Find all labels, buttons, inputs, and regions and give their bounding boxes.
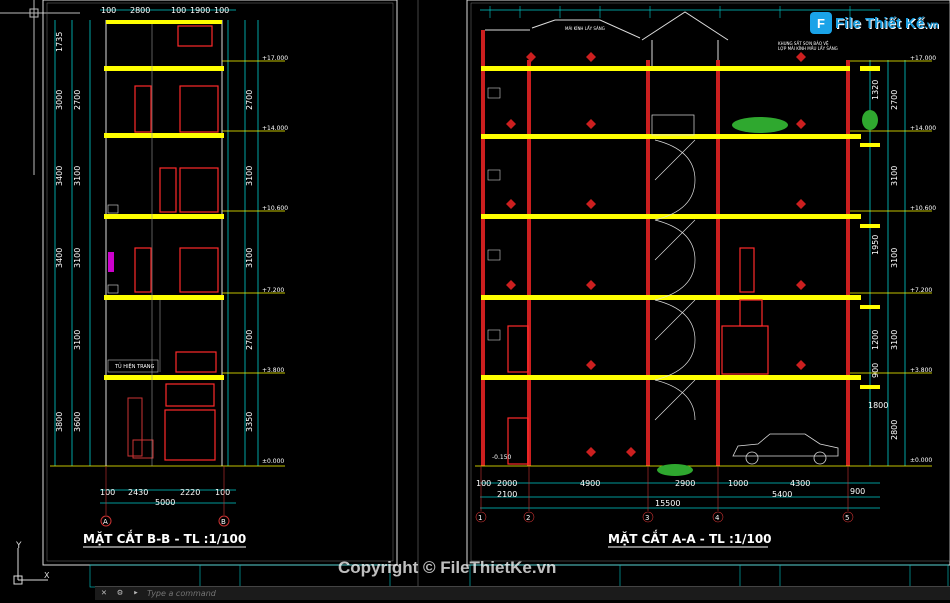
plants — [657, 110, 878, 476]
svg-text:3100: 3100 — [245, 248, 254, 268]
left-sheet: TỦ HIỆN TRANG 100 2800 100 1900 100 100 … — [42, 0, 398, 566]
svg-text:B: B — [221, 518, 226, 526]
svg-text:2900: 2900 — [675, 479, 695, 488]
svg-text:3100: 3100 — [890, 166, 899, 186]
brand-logo: F File Thiết Kế.vn — [810, 12, 939, 34]
svg-text:100: 100 — [215, 488, 230, 497]
svg-text:100: 100 — [476, 479, 491, 488]
roof-structure — [485, 11, 729, 66]
svg-text:3100: 3100 — [890, 330, 899, 350]
svg-text:3400: 3400 — [55, 248, 64, 268]
svg-text:2000: 2000 — [497, 479, 517, 488]
svg-text:1735: 1735 — [55, 32, 64, 52]
command-input[interactable] — [143, 589, 351, 598]
svg-text:LỢP MÁI KÍNH MẦU LẤY SÁNG: LỢP MÁI KÍNH MẦU LẤY SÁNG — [778, 46, 838, 51]
svg-text:+10.600: +10.600 — [910, 205, 936, 212]
svg-text:-0.150: -0.150 — [492, 454, 512, 461]
svg-text:1000: 1000 — [728, 479, 748, 488]
grid-bubble-1: 1 — [478, 514, 482, 522]
svg-text:3100: 3100 — [73, 248, 82, 268]
svg-text:3100: 3100 — [245, 166, 254, 186]
svg-text:3350: 3350 — [245, 412, 254, 432]
svg-text:900: 900 — [871, 363, 880, 378]
svg-text:+17.000: +17.000 — [262, 55, 288, 62]
svg-text:2700: 2700 — [245, 90, 254, 110]
svg-text:5400: 5400 — [772, 490, 792, 499]
svg-text:2220: 2220 — [180, 488, 200, 497]
logo-mark-icon: F — [810, 12, 832, 34]
svg-text:4300: 4300 — [790, 479, 810, 488]
svg-text:1900: 1900 — [190, 6, 210, 15]
section-title-right: MẶT CẮT A-A - TL :1/100 — [608, 530, 772, 546]
svg-text:3600: 3600 — [73, 412, 82, 432]
svg-text:±0.000: ±0.000 — [262, 458, 284, 465]
svg-text:3800: 3800 — [55, 412, 64, 432]
svg-text:100: 100 — [100, 488, 115, 497]
car — [732, 433, 839, 465]
grid-bubble-2: 2 — [526, 514, 530, 522]
svg-text:A: A — [103, 518, 108, 526]
svg-text:+3.800: +3.800 — [910, 367, 932, 374]
svg-text:100: 100 — [214, 6, 229, 15]
svg-text:2700: 2700 — [245, 330, 254, 350]
svg-text:5000: 5000 — [155, 498, 175, 507]
doors-windows-left — [134, 25, 219, 461]
svg-text:+7.200: +7.200 — [910, 287, 932, 294]
svg-text:MÁI KÍNH LẤY SÁNG: MÁI KÍNH LẤY SÁNG — [565, 26, 605, 31]
svg-text:2800: 2800 — [130, 6, 150, 15]
svg-text:2100: 2100 — [497, 490, 517, 499]
grid-bubble-5: 5 — [845, 514, 849, 522]
svg-text:2800: 2800 — [890, 420, 899, 440]
svg-text:1320: 1320 — [871, 80, 880, 100]
right-sheet: MÁI KÍNH LẤY SÁNG KHUNG SẮT SƠN BẢO VỆ L… — [466, 0, 950, 566]
drawing-canvas[interactable]: TỦ HIỆN TRANG 100 2800 100 1900 100 100 … — [0, 0, 950, 599]
svg-text:2430: 2430 — [128, 488, 148, 497]
svg-text:3000: 3000 — [55, 90, 64, 110]
grid-bubble-4: 4 — [715, 514, 720, 522]
svg-text:3100: 3100 — [890, 248, 899, 268]
close-command-icon[interactable]: ✕ — [97, 588, 111, 599]
svg-text:+17.000: +17.000 — [910, 55, 936, 62]
svg-text:900: 900 — [850, 487, 865, 496]
svg-text:+14.000: +14.000 — [262, 125, 288, 132]
doors-right — [507, 247, 769, 465]
ucs-x-label: X — [44, 571, 50, 580]
svg-text:3100: 3100 — [73, 166, 82, 186]
floor-slabs-left — [104, 66, 224, 380]
svg-text:100: 100 — [171, 6, 186, 15]
columns-right — [481, 30, 850, 466]
ucs-y-label: Y — [15, 541, 22, 551]
svg-text:±0.000: ±0.000 — [910, 457, 932, 464]
svg-text:+3.800: +3.800 — [262, 367, 284, 374]
logo-text: File Thiết Kế.vn — [835, 14, 939, 32]
svg-text:+10.600: +10.600 — [262, 205, 288, 212]
svg-text:+14.000: +14.000 — [910, 125, 936, 132]
svg-text:15500: 15500 — [655, 499, 680, 508]
cad-model-space[interactable]: TỦ HIỆN TRANG 100 2800 100 1900 100 100 … — [0, 0, 950, 599]
ucs-icon: Y X — [13, 541, 50, 585]
copyright-watermark: Copyright © FileThietKe.vn — [338, 558, 557, 577]
command-prompt-icon: ▸ — [133, 588, 139, 598]
room-tags — [506, 52, 806, 457]
svg-text:3400: 3400 — [55, 166, 64, 186]
crosshair-cursor — [0, 0, 80, 175]
svg-text:4900: 4900 — [580, 479, 600, 488]
svg-text:3100: 3100 — [73, 330, 82, 350]
floor-slabs-right — [481, 66, 880, 389]
svg-text:1950: 1950 — [871, 235, 880, 255]
command-line-bar[interactable]: ✕ ⚙ ▸ — [95, 586, 950, 600]
svg-text:2700: 2700 — [890, 90, 899, 110]
command-customize-icon[interactable]: ⚙ — [113, 588, 127, 599]
svg-text:1200: 1200 — [871, 330, 880, 350]
svg-text:100: 100 — [101, 6, 116, 15]
svg-text:1800: 1800 — [868, 401, 888, 410]
grid-bubble-3: 3 — [645, 514, 649, 522]
svg-text:+7.200: +7.200 — [262, 287, 284, 294]
spiral-stair — [651, 114, 696, 421]
room-label: TỦ HIỆN TRANG — [114, 362, 155, 370]
svg-text:2700: 2700 — [73, 90, 82, 110]
section-title-left: MẶT CẮT B-B - TL :1/100 — [83, 530, 246, 546]
